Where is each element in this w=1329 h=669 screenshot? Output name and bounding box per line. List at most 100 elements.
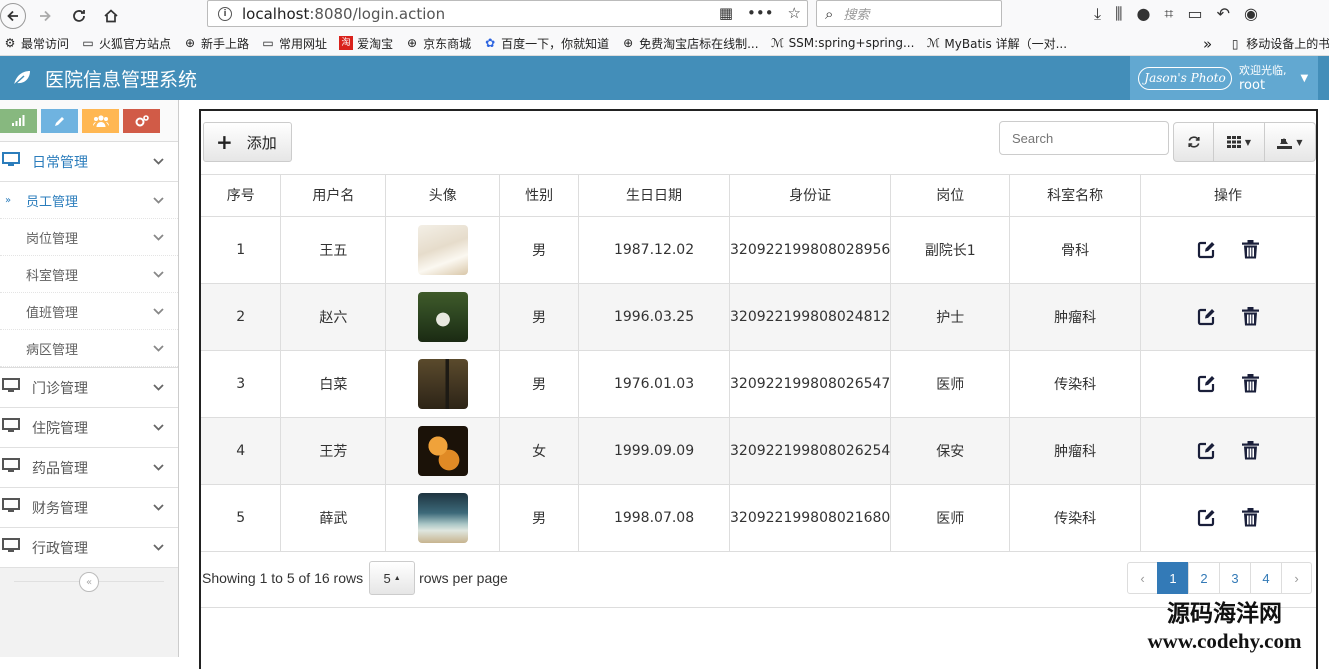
chat-icon[interactable]: ●	[1136, 4, 1150, 24]
column-header[interactable]: 科室名称	[1009, 175, 1142, 217]
table-search-input[interactable]	[999, 121, 1169, 155]
bookmark-label: SSM:spring+spring...	[788, 36, 915, 50]
home-button[interactable]	[98, 3, 124, 29]
cell-birthday: 1996.03.25	[578, 283, 730, 351]
desktop-icon	[2, 152, 22, 171]
cell-id-card: 320922199808026547	[729, 350, 892, 418]
column-header[interactable]: 序号	[201, 175, 282, 217]
sidebar-submenu-item[interactable]: 科室管理	[0, 256, 178, 293]
columns-toggle-button[interactable]: ▼	[1213, 122, 1265, 162]
column-header[interactable]: 生日日期	[578, 175, 730, 217]
sidebar-menu-item[interactable]: 行政管理	[0, 528, 178, 568]
table-row[interactable]: 5 薛武 男 1998.07.08 320922199808021680 医师 传染科	[201, 484, 1316, 552]
edit-icon[interactable]	[1195, 440, 1217, 462]
bookmark-item[interactable]: ✿ 百度一下，你就知道	[483, 35, 609, 52]
avatar[interactable]: Jason's Photo	[1138, 66, 1232, 90]
table-row[interactable]: 1 王五 男 1987.12.02 320922199808028956 副院长1 骨科	[201, 216, 1316, 284]
edit-icon[interactable]	[1195, 373, 1217, 395]
trash-icon[interactable]	[1239, 373, 1261, 395]
collapse-sidebar-button[interactable]: «	[79, 572, 99, 592]
desktop-icon	[2, 498, 22, 517]
folder-icon: ▭	[262, 36, 274, 50]
cell-birthday: 1976.01.03	[578, 350, 730, 418]
download-icon[interactable]: ⤓	[1094, 4, 1101, 24]
gear-icon: ⚙	[4, 36, 16, 50]
url-bar[interactable]: i localhost:8080/login.action ▦ ••• ☆	[207, 0, 808, 27]
sidebar-menu-item[interactable]: 门诊管理	[0, 368, 178, 408]
trash-icon[interactable]	[1239, 440, 1261, 462]
column-header[interactable]: 性别	[499, 175, 580, 217]
table-row[interactable]: 4 王芳 女 1999.09.09 320922199808026254 保安 肿瘤科	[201, 417, 1316, 485]
sidebar-menu-item[interactable]: 药品管理	[0, 448, 178, 488]
reader-icon[interactable]: ▭	[1187, 4, 1202, 24]
edit-icon[interactable]	[1195, 306, 1217, 328]
info-icon[interactable]: i	[218, 6, 232, 21]
back-button[interactable]	[0, 2, 26, 29]
export-button[interactable]: ▼	[1264, 122, 1316, 162]
bookmarks-overflow[interactable]: » ▯ 移动设备上的书	[1203, 31, 1329, 55]
column-header[interactable]: 操作	[1140, 175, 1316, 217]
pagination-next[interactable]: ›	[1281, 562, 1312, 594]
bookmark-item[interactable]: ⊕ 新手上路	[183, 35, 249, 52]
cell-birthday: 1987.12.02	[578, 216, 730, 284]
edit-icon[interactable]	[1195, 239, 1217, 261]
reload-button[interactable]	[66, 3, 92, 29]
star-icon[interactable]: ☆	[788, 4, 801, 22]
library-icon[interactable]: ⫼	[1115, 4, 1122, 24]
page-size-dropdown[interactable]: 5 ▲	[369, 561, 416, 595]
shortcut-stats-button[interactable]	[0, 108, 37, 133]
url-text[interactable]: localhost:8080/login.action	[242, 5, 445, 23]
cell-sex: 男	[499, 484, 580, 552]
shortcut-users-button[interactable]	[82, 108, 119, 133]
firefox-account-icon[interactable]: ◉	[1244, 4, 1258, 24]
pagination-page[interactable]: 2	[1188, 562, 1220, 594]
caret-down-icon[interactable]: ▼	[1301, 73, 1309, 84]
forward-button[interactable]	[32, 3, 58, 29]
pagination-page[interactable]: 3	[1219, 562, 1251, 594]
bookmark-item[interactable]: ℳ MyBatis 详解（一对...	[926, 35, 1067, 52]
qr-code-icon[interactable]: ▦	[719, 4, 733, 22]
bookmark-item[interactable]: ▭ 火狐官方站点	[81, 35, 171, 52]
sidebar-menu-item[interactable]: 住院管理	[0, 408, 178, 448]
sidebar-submenu-item[interactable]: 值班管理	[0, 293, 178, 330]
column-header[interactable]: 岗位	[890, 175, 1011, 217]
undo-icon[interactable]: ↶	[1217, 4, 1230, 24]
arrow-right-icon	[40, 10, 51, 21]
pagination-page[interactable]: 4	[1250, 562, 1282, 594]
table-row[interactable]: 2 赵六 男 1996.03.25 320922199808024812 护士 肿瘤科	[201, 283, 1316, 351]
bookmark-item[interactable]: 淘爱淘宝	[339, 35, 393, 52]
shortcut-settings-button[interactable]	[123, 108, 160, 133]
shortcut-edit-button[interactable]	[41, 108, 78, 133]
brand[interactable]: 医院信息管理系统	[12, 56, 197, 100]
trash-icon[interactable]	[1239, 507, 1261, 529]
column-header[interactable]: 用户名	[280, 175, 387, 217]
column-header[interactable]: 头像	[385, 175, 501, 217]
sidebar-submenu-item[interactable]: » 员工管理	[0, 182, 178, 219]
trash-icon[interactable]	[1239, 239, 1261, 261]
chevron-double-right-icon[interactable]: »	[1203, 35, 1212, 53]
crop-icon[interactable]: ⌗	[1164, 4, 1173, 24]
sidebar-menu-item[interactable]: 日常管理	[0, 142, 178, 182]
pagination-page[interactable]: 1	[1157, 562, 1189, 594]
mobile-bookmarks-label[interactable]: 移动设备上的书	[1246, 35, 1329, 52]
more-icon[interactable]: •••	[747, 4, 774, 22]
bookmark-item[interactable]: ⚙ 最常访问	[3, 35, 69, 52]
bookmark-item[interactable]: ℳ SSM:spring+spring...	[771, 36, 915, 50]
add-button[interactable]: + 添加	[203, 122, 292, 162]
trash-icon[interactable]	[1239, 306, 1261, 328]
cell-post: 医师	[890, 350, 1011, 418]
bookmark-item[interactable]: ⊕ 免费淘宝店标在线制...	[621, 35, 758, 52]
pagination-prev[interactable]: ‹	[1127, 562, 1158, 594]
bookmark-item[interactable]: ⊕ 京东商城	[405, 35, 471, 52]
table-row[interactable]: 3 白菜 男 1976.01.03 320922199808026547 医师 传染科	[201, 350, 1316, 418]
browser-search-input[interactable]: ⌕ 搜索	[816, 0, 1002, 27]
column-header[interactable]: 身份证	[729, 175, 892, 217]
sidebar-submenu-item[interactable]: 岗位管理	[0, 219, 178, 256]
sidebar-menu-item[interactable]: 财务管理	[0, 488, 178, 528]
sidebar-submenu-item[interactable]: 病区管理	[0, 330, 178, 367]
user-menu[interactable]: Jason's Photo 欢迎光临, root ▼	[1130, 56, 1318, 100]
bookmark-item[interactable]: ▭ 常用网址	[261, 35, 327, 52]
pencil-icon	[54, 116, 64, 126]
refresh-button[interactable]	[1173, 122, 1214, 162]
edit-icon[interactable]	[1195, 507, 1217, 529]
